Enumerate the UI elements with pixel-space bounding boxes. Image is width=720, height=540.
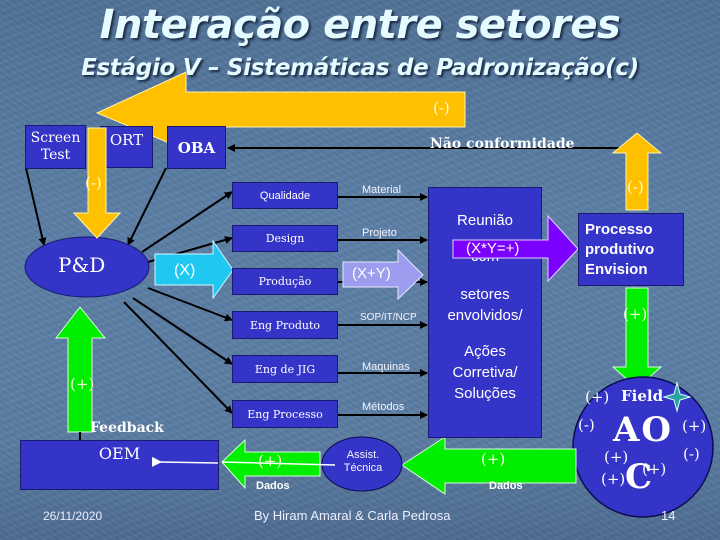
meeting-box: Reunião com setores envolvidos/ Ações Co… <box>428 187 542 438</box>
screen-test-box: Screen Test <box>25 125 86 169</box>
output-label-material: Material <box>362 184 402 196</box>
ao-label: AO <box>613 410 673 450</box>
process-line-3: Envision <box>585 260 648 278</box>
screen-test-label: Screen Test <box>30 130 81 163</box>
process-box: Processo produtivo Envision <box>578 213 684 286</box>
dept-label: Design <box>265 232 305 245</box>
right-down-arrow <box>611 287 663 389</box>
dept-label: Qualidade <box>259 189 311 202</box>
oem-label: OEM <box>98 444 141 463</box>
dept-box-design: Design <box>232 225 338 252</box>
right-up-arrow-sign: (-) <box>627 178 644 196</box>
xy-product-arrow-label: (X*Y=+) <box>466 240 520 257</box>
field-left-sign: (-) <box>578 416 595 434</box>
meeting-line-3: setores <box>460 286 510 303</box>
left-down-arrow-sign: (-) <box>85 174 102 192</box>
nonconformity-label: Não conformidade <box>430 136 575 152</box>
dept-label: Produção <box>258 275 312 288</box>
output-label-metodos: Métodos <box>362 401 405 413</box>
footer-authors: By Hiram Amaral & Carla Pedrosa <box>254 508 451 523</box>
connector-screen-pd <box>25 167 47 246</box>
dept-box-eng-processo: Eng Processo <box>232 400 338 428</box>
ort-box: ORT <box>100 126 153 168</box>
output-label-projeto: Projeto <box>362 227 397 239</box>
dept-label: Eng Produto <box>249 318 321 332</box>
field-lower-right-sign: (-) <box>683 445 700 463</box>
meeting-line-4: envolvidos/ <box>447 307 523 324</box>
output-label-sop: SOP/IT/NCP <box>360 312 417 323</box>
field-sign: (+) <box>585 388 610 406</box>
c-left-sign: (+) <box>601 470 626 488</box>
dept-label: Eng Processo <box>247 407 323 421</box>
field-label: Field <box>621 387 664 405</box>
page-number: 14 <box>661 508 676 523</box>
footer-date: 26/11/2020 <box>43 509 103 523</box>
bottom-right-arrow-caption: Dados <box>489 480 523 492</box>
field-right-sign: (+) <box>682 417 707 435</box>
feedback-label: Feedback <box>90 420 164 436</box>
meeting-line-5: Ações <box>464 343 506 360</box>
connector-pd-engjig <box>132 297 233 365</box>
top-arrow-sign: (-) <box>433 99 450 117</box>
oba-label: OBA <box>177 138 216 157</box>
dept-box-qualidade: Qualidade <box>232 182 338 209</box>
x-arrow-label: (X) <box>174 262 196 279</box>
oba-box: OBA <box>167 126 226 169</box>
assist-line-2: Técnica <box>343 462 383 474</box>
bottom-left-arrow-caption: Dados <box>256 480 290 492</box>
c-right-sign: (+) <box>642 460 667 478</box>
connector-pd-qualidade <box>141 191 233 253</box>
xy-arrow-label: (X+Y) <box>352 265 391 282</box>
process-line-1: Processo <box>585 220 653 238</box>
oem-box: OEM <box>20 440 219 490</box>
dept-box-producao: Produção <box>232 268 338 295</box>
assist-line-1: Assist. <box>346 449 380 461</box>
dept-box-eng-produto: Eng Produto <box>232 311 338 339</box>
right-up-arrow <box>611 132 663 211</box>
assist-label: Assist. Técnica <box>341 449 385 475</box>
connector-oba-pd <box>127 167 167 246</box>
left-up-arrow <box>54 306 107 433</box>
dept-box-eng-jig: Eng de JIG <box>232 355 338 383</box>
right-down-arrow-sign: (+) <box>623 305 648 323</box>
bottom-right-arrow-sign: (+) <box>481 450 506 468</box>
process-line-2: produtivo <box>585 240 655 258</box>
meeting-line-1: Reunião <box>457 212 513 229</box>
ort-label: ORT <box>109 131 144 149</box>
connector-pd-engprocesso <box>123 301 233 414</box>
dept-label: Eng de JIG <box>254 362 316 376</box>
pd-label: P&D <box>58 253 106 277</box>
left-up-arrow-sign: (+) <box>70 375 95 393</box>
output-label-maquinas: Maquinas <box>362 361 410 373</box>
meeting-line-7: Soluções <box>454 385 516 402</box>
meeting-line-6: Corretiva/ <box>452 364 518 381</box>
bottom-left-arrow-sign: (+) <box>258 452 283 470</box>
